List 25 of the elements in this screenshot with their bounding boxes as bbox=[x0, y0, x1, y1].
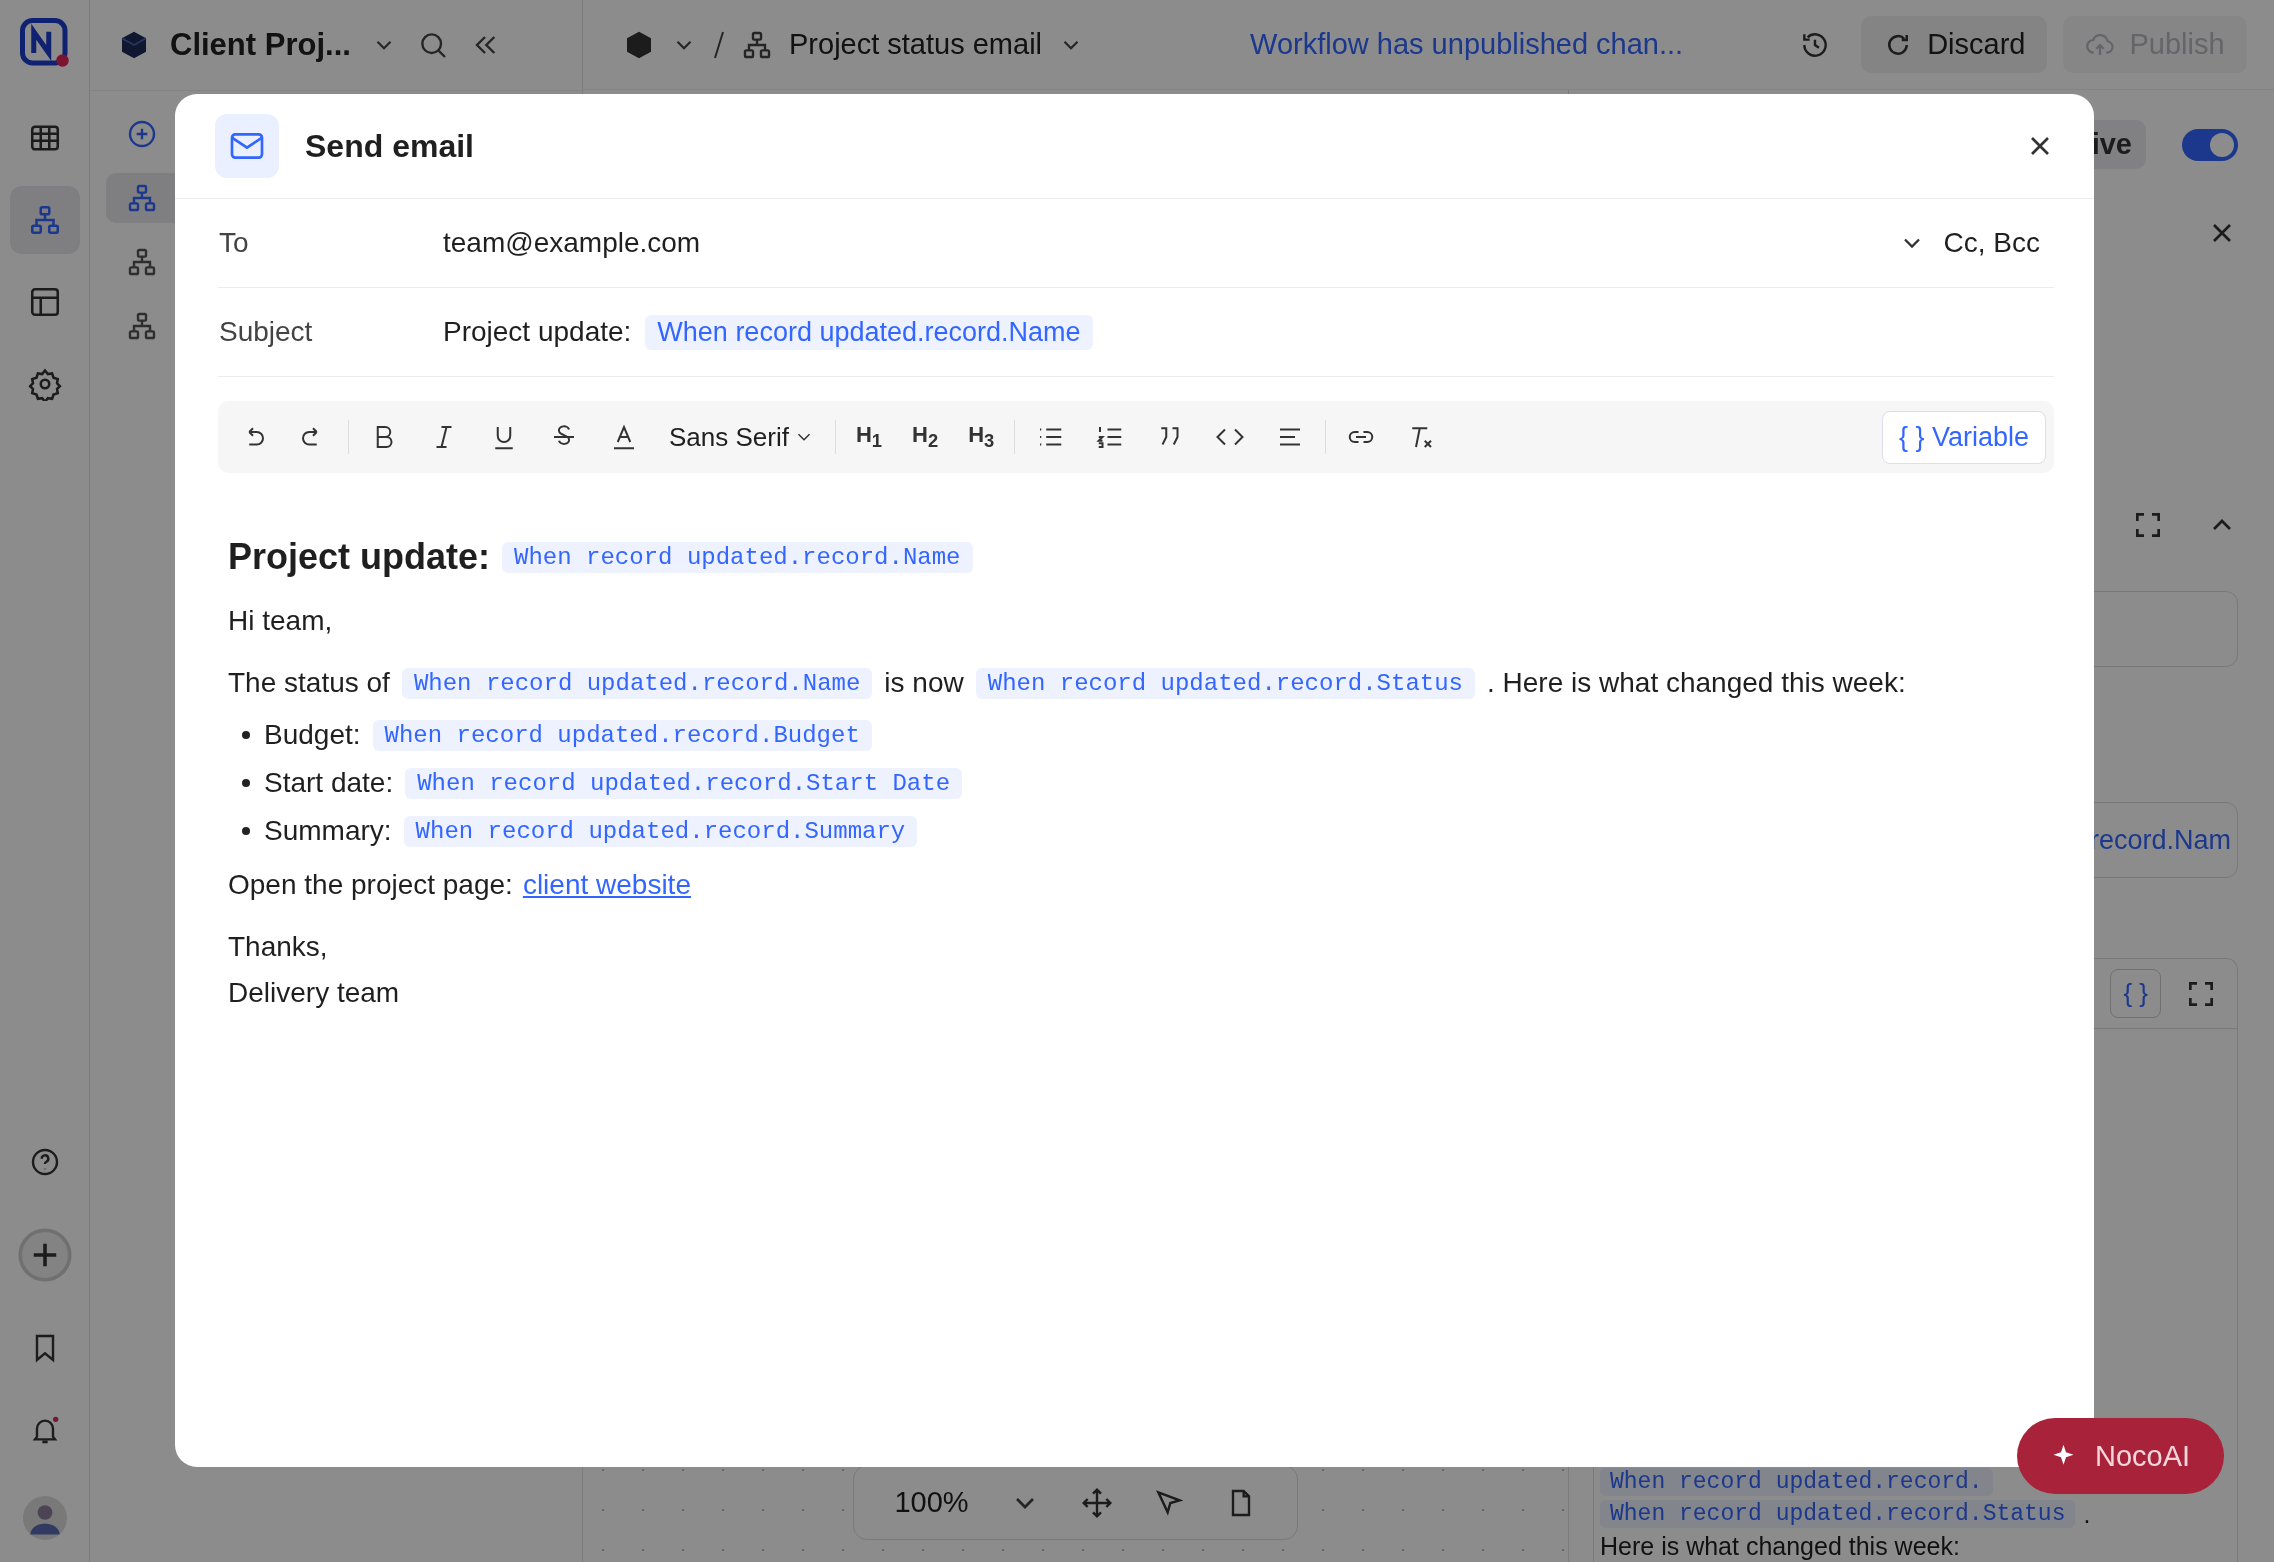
body-text: Delivery team bbox=[228, 977, 400, 1009]
variable-tag: When record updated.record.Summary bbox=[403, 815, 918, 847]
body-text: The status of bbox=[228, 667, 390, 699]
body-text: Here is what changed this week: bbox=[1600, 1532, 1961, 1560]
body-text: Hi team, bbox=[228, 605, 333, 637]
variable-tag: When record updated.record.Status bbox=[975, 667, 1475, 699]
field-label: Subject bbox=[218, 316, 314, 348]
body-text: Start date: bbox=[264, 767, 394, 799]
body-text: Summary: bbox=[264, 815, 392, 847]
variable-tag: When record updated.record.Name bbox=[645, 314, 1093, 350]
variable-tag: When record updated.record.Status bbox=[1600, 1500, 2076, 1528]
variable-tag: When record updated.record. bbox=[1600, 1468, 1993, 1496]
body-text: Budget: bbox=[264, 719, 361, 751]
field-label: To bbox=[218, 227, 250, 259]
body-text: . Here is what changed this week: bbox=[1487, 667, 1906, 699]
variable-tag: When record updated.record.Start Date bbox=[405, 767, 963, 799]
variable-tag: When record updated.record.Name bbox=[502, 541, 973, 573]
variable-tag: When record updated.record.Budget bbox=[372, 719, 872, 751]
body-text: Thanks, bbox=[228, 931, 328, 963]
punctuation: . bbox=[2083, 1500, 2091, 1528]
dialog-title: Send email bbox=[305, 127, 474, 165]
email-heading: Project update: bbox=[228, 536, 491, 578]
body-text: Open the project page: bbox=[228, 869, 513, 901]
body-text: is now bbox=[884, 667, 964, 699]
variable-tag: When record updated.record.Name bbox=[401, 667, 873, 699]
